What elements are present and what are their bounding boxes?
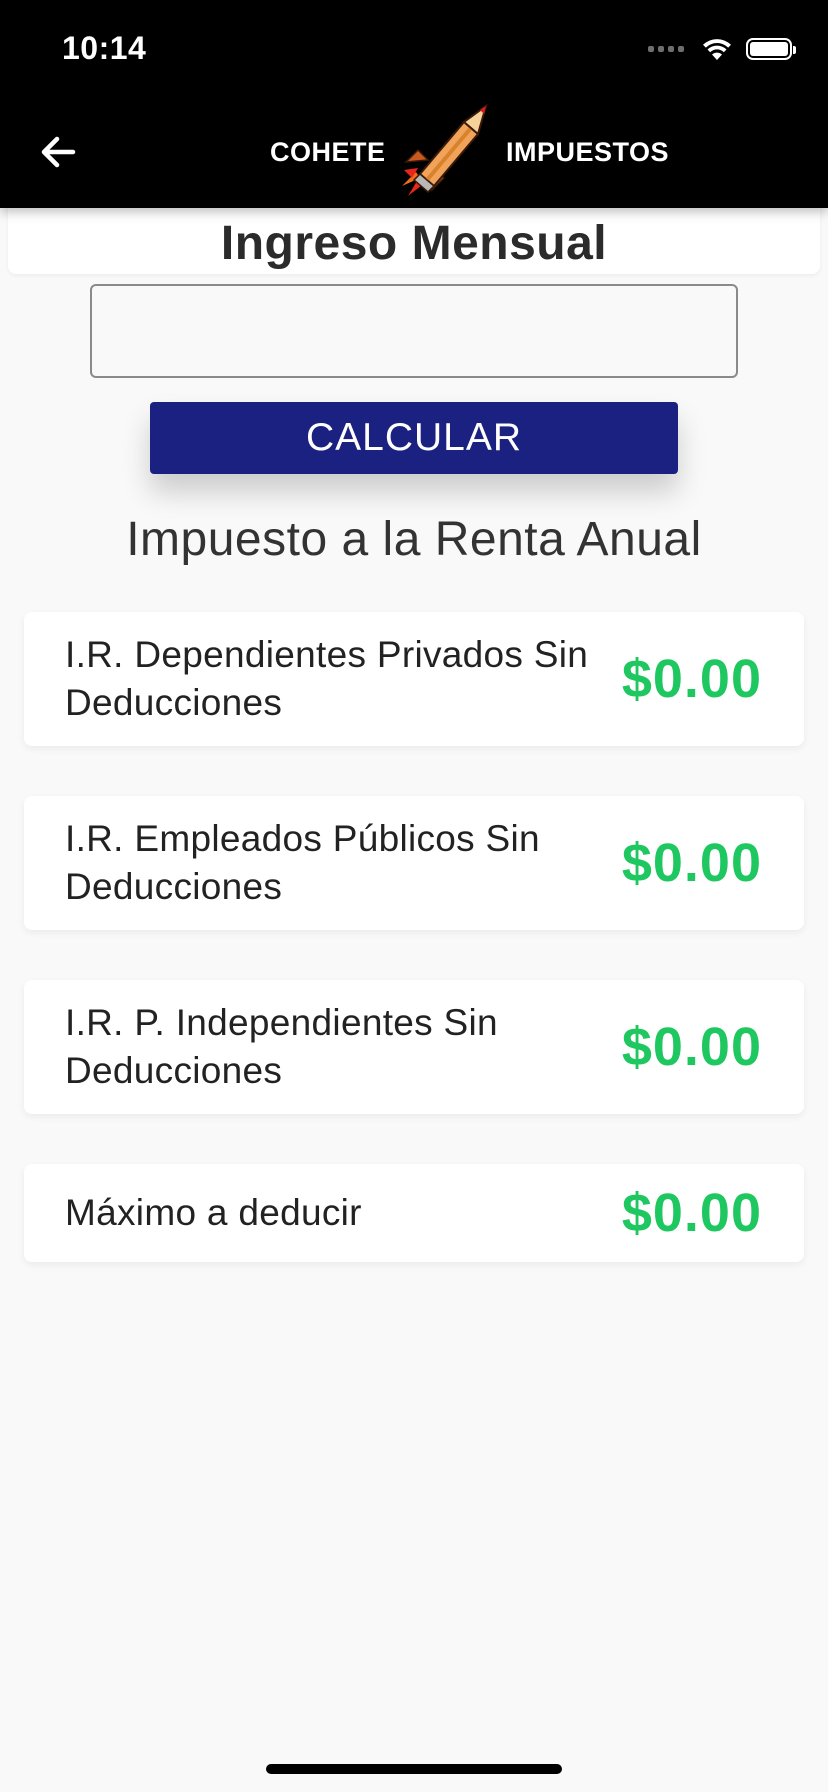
cellular-signal-icon [648,46,684,52]
result-card: I.R. Dependientes Privados Sin Deduccion… [24,612,804,746]
page-title: Ingreso Mensual [220,217,608,270]
battery-icon [746,38,796,60]
result-value: $0.00 [621,1183,762,1243]
app-title-impuestos: IMPUESTOS [506,137,670,167]
result-value: $0.00 [621,1017,762,1077]
result-label: I.R. P. Independientes Sin Deducciones [65,1002,498,1091]
calculate-button[interactable]: CALCULAR [150,402,678,474]
wifi-icon [703,39,731,60]
arrow-left-icon [41,136,76,168]
result-card: I.R. Empleados Públicos Sin Deducciones … [24,796,804,930]
result-value: $0.00 [621,833,762,893]
back-button[interactable] [34,128,82,176]
result-label: I.R. Empleados Públicos Sin Deducciones [65,818,540,907]
result-label: I.R. Dependientes Privados Sin Deduccion… [65,634,589,723]
app-title-cohete: COHETE [270,137,386,167]
home-indicator[interactable] [266,1764,562,1774]
result-label: Máximo a deducir [65,1192,362,1233]
rocket-pencil-icon [402,103,488,196]
result-card: I.R. P. Independientes Sin Deducciones $… [24,980,804,1114]
status-time: 10:14 [62,30,147,66]
app-header: 10:14 COHETE IMPUESTOS [0,0,828,208]
status-indicators [648,36,796,62]
results-title: Impuesto a la Renta Anual [126,513,702,566]
result-value: $0.00 [621,649,762,709]
result-card: Máximo a deducir $0.00 [24,1164,804,1262]
monthly-income-input[interactable] [90,284,738,378]
